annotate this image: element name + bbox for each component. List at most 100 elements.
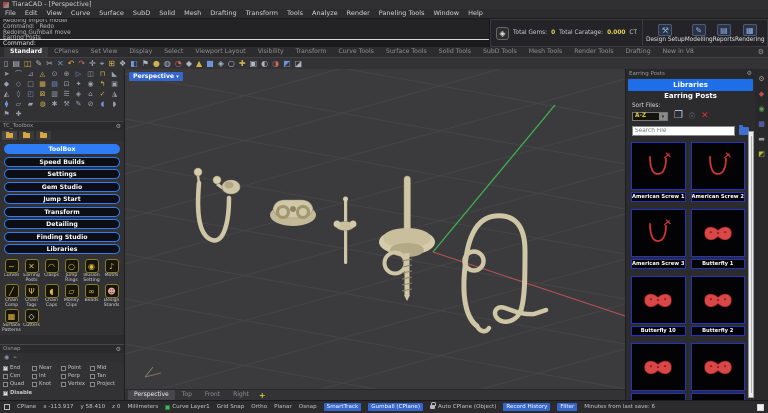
- library-shortcut[interactable]: ✕ Earring Posts: [22, 259, 41, 283]
- ribbon-tab[interactable]: Render Tools: [568, 47, 619, 57]
- toolbar-icon[interactable]: ◫: [24, 58, 32, 69]
- library-item-card[interactable]: Butterfly 10: [631, 276, 686, 336]
- active-layer-chip[interactable]: Curve Layer1: [165, 404, 209, 410]
- library-item-card[interactable]: Butterfly 1: [691, 209, 746, 269]
- sidebar-tool-icon[interactable]: ◮: [110, 90, 119, 99]
- ribbon-tab[interactable]: Standard: [4, 47, 48, 57]
- sidebar-tool-icon[interactable]: ▣: [110, 80, 119, 89]
- toolbar-icon[interactable]: ◆: [186, 58, 192, 69]
- osnap-checkbox[interactable]: Near: [32, 364, 61, 372]
- status-toggle[interactable]: SmartTrack: [324, 403, 362, 411]
- library-item-card[interactable]: American Screw 3: [631, 209, 686, 269]
- status-toggle[interactable]: Auto CPlane (Object): [430, 404, 496, 410]
- ribbon-tab[interactable]: Display: [123, 47, 158, 57]
- toolbar-icon[interactable]: ○: [228, 58, 235, 69]
- sidebar-tool-icon[interactable]: ▰: [26, 100, 35, 109]
- toolbar-icon[interactable]: ↷: [78, 58, 85, 69]
- menu-item[interactable]: Surface: [99, 9, 124, 18]
- status-end-icon[interactable]: [757, 404, 764, 411]
- dock-panel-icon[interactable]: ◉: [758, 105, 764, 113]
- sidebar-tool-icon[interactable]: ◖: [98, 100, 107, 109]
- library-shortcut[interactable]: ∞ Beads: [82, 284, 101, 308]
- ribbon-tab[interactable]: New in V8: [657, 47, 700, 57]
- library-shortcut[interactable]: ☻ Design Stands: [102, 284, 121, 308]
- library-shortcut[interactable]: ◉ Illusion Setting: [82, 259, 101, 283]
- toolbar-icon[interactable]: ✚: [239, 58, 246, 69]
- status-toggle[interactable]: Osnap: [299, 404, 317, 410]
- library-shortcut[interactable]: ◖ Chain Caps: [42, 284, 61, 308]
- osnap-checkbox[interactable]: Vertex: [61, 380, 90, 388]
- sidebar-tool-icon[interactable]: ◣: [110, 70, 119, 79]
- sidebar-tool-icon[interactable]: ◬: [38, 70, 47, 79]
- library-shortcut[interactable]: ○ Jump Rings: [62, 259, 81, 283]
- sidebar-tool-icon[interactable]: ✚: [14, 110, 23, 119]
- status-toggle[interactable]: Gumball (CPlane): [368, 403, 423, 411]
- sidebar-tool-icon[interactable]: ◫: [86, 70, 95, 79]
- status-units[interactable]: Millimeters: [127, 404, 158, 410]
- sidebar-tool-icon[interactable]: ↰: [98, 80, 107, 89]
- toolbar-icon[interactable]: ✂: [46, 58, 53, 69]
- library-shortcut[interactable]: ♪ Motifs: [102, 259, 121, 283]
- osnap-checkbox[interactable]: Project: [90, 380, 119, 388]
- toolbar-icon[interactable]: ■: [206, 58, 214, 69]
- sidebar-tool-icon[interactable]: ⊿: [26, 70, 35, 79]
- library-shortcut[interactable]: ◇ Cutters: [22, 309, 41, 333]
- menu-item[interactable]: Render: [347, 9, 370, 18]
- status-cplane[interactable]: CPlane: [17, 404, 36, 410]
- sidebar-tool-icon[interactable]: ➤: [2, 70, 11, 79]
- toolbar-icon[interactable]: ⌖: [100, 58, 105, 69]
- sidebar-tool-icon[interactable]: ⊡: [62, 80, 71, 89]
- library-item-card[interactable]: [691, 343, 746, 400]
- gear-icon[interactable]: ⚙: [116, 346, 121, 353]
- toolbar-icon[interactable]: ◈: [218, 58, 224, 69]
- library-scrollbar[interactable]: [748, 131, 754, 398]
- dock-panel-icon[interactable]: ◩: [758, 150, 765, 158]
- workflow-button[interactable]: ✎ Modelling: [685, 24, 713, 43]
- status-toggle[interactable]: Grid Snap: [217, 404, 245, 410]
- sidebar-tool-icon[interactable]: ☰: [62, 90, 71, 99]
- sidebar-tool-icon[interactable]: ✦: [74, 80, 83, 89]
- ribbon-tab[interactable]: Transform: [290, 47, 333, 57]
- workflow-button[interactable]: ⚒ Design Setup: [646, 24, 685, 43]
- toolbar-icon[interactable]: ❖: [119, 58, 126, 69]
- menu-item[interactable]: Window: [433, 9, 459, 18]
- gear-icon[interactable]: ⚙: [747, 70, 752, 77]
- toolbar-icon[interactable]: ◩: [283, 58, 291, 69]
- status-toggle[interactable]: Filter: [557, 403, 577, 411]
- command-input[interactable]: Command:: [0, 39, 489, 47]
- toolbar-icon[interactable]: ◑: [272, 58, 279, 69]
- library-shortcut[interactable]: ◠ Clasps: [42, 259, 61, 283]
- model-omega-back-post[interactable]: [194, 168, 240, 240]
- toolbox-button[interactable]: Settings: [4, 169, 120, 179]
- toolbar-icon[interactable]: ✎: [36, 58, 43, 69]
- toolbox-button[interactable]: Speed Builds: [4, 157, 120, 167]
- toolbar-icon[interactable]: ▣: [250, 58, 258, 69]
- viewport-tab[interactable]: Top: [176, 390, 198, 400]
- sidebar-tool-icon[interactable]: ⌂: [86, 90, 95, 99]
- sidebar-tool-icon[interactable]: ⊓: [98, 70, 107, 79]
- folder-tab[interactable]: [36, 131, 51, 140]
- osnap-checkbox[interactable]: Perp: [61, 372, 90, 380]
- sidebar-tool-icon[interactable]: ⚒: [62, 100, 71, 109]
- toolbar-icon[interactable]: ◧: [130, 58, 138, 69]
- menu-item[interactable]: Drafting: [210, 9, 236, 18]
- workflow-button[interactable]: ▤ Reports: [713, 24, 735, 43]
- library-shortcut[interactable]: ~ Curves: [2, 259, 21, 283]
- search-input[interactable]: [632, 126, 735, 136]
- sidebar-tool-icon[interactable]: ▷: [74, 70, 83, 79]
- dock-panel-icon[interactable]: ▬: [758, 135, 765, 143]
- ribbon-tab[interactable]: Viewport Layout: [189, 47, 251, 57]
- dock-panel-icon[interactable]: ◆: [759, 90, 764, 98]
- dock-panel-icon[interactable]: ▦: [758, 120, 765, 128]
- toolbar-icon[interactable]: ●: [153, 58, 160, 69]
- ribbon-tab[interactable]: Mesh Tools: [523, 47, 569, 57]
- close-icon[interactable]: ✕: [701, 112, 709, 121]
- library-item-card[interactable]: American Screw 2: [691, 142, 746, 202]
- folder-tab[interactable]: [2, 131, 17, 140]
- ribbon-tab[interactable]: SubD Tools: [477, 47, 523, 57]
- viewport-title-chip[interactable]: Perspective ▾: [129, 72, 183, 81]
- sidebar-tool-icon[interactable]: ⊠: [38, 90, 47, 99]
- import-file-icon[interactable]: ❐: [674, 111, 683, 121]
- toolbox-button[interactable]: Libraries: [4, 244, 120, 254]
- menu-item[interactable]: Transform: [246, 9, 278, 18]
